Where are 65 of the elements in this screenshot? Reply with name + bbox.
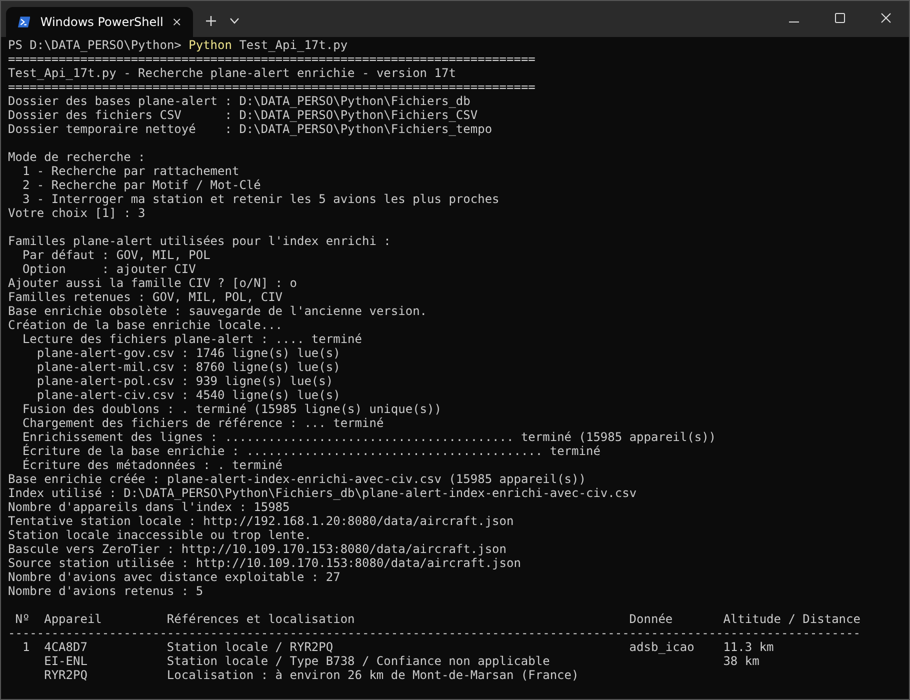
powershell-icon [18,15,30,29]
output-line: Écriture des métadonnées : . terminé [21,458,284,472]
row-number: 1 [22,640,31,654]
output-line: 2 - Recherche par Motif / Mot-Clé [21,178,262,192]
table-cell-text: RYR2PQ [44,668,88,682]
output-line: ========================================================================= [8,80,536,94]
close-icon[interactable] [173,17,181,27]
output-line: Écriture de la base enrichie : ......................................... terminé [21,444,602,458]
plus-icon[interactable] [206,16,216,26]
table-separator: ---------------------------------------------------------------------------------------------------------------------- [8,626,862,640]
output-line: Fusion des doublons : . terminé (15985 ligne(s) unique(s)) [21,402,442,416]
table-cell-text: 38 km [723,654,760,668]
prompt: PS D:\DATA_PERSO\Python> [8,38,182,52]
output-line: Nombre d'appareils dans l'index : 15985 [8,500,291,514]
output-line: Dossier des fichiers CSV : D:\DATA_PERSO\Python\Fichiers_CSV [8,108,479,122]
terminal-tab[interactable]: Windows PowerShell [6,7,193,37]
output-line: Familles retenues : GOV, MIL, POL, CIV [8,290,284,304]
output-line: 3 - Interroger ma station et retenir les 5 avions les plus proches [21,192,500,206]
column-header: Donnée [629,612,674,626]
output-line: plane-alert-mil.csv : 8760 ligne(s) lue(s) [36,360,342,374]
table-cell-text: Station locale / RYR2PQ [166,640,334,654]
chevron-down-icon[interactable] [230,18,239,24]
output-line: Test_Api_17t.py - Recherche plane-alert enrichie - version 17t [8,66,457,80]
output-line: Option : ajouter CIV [21,262,197,276]
output-line: Base enrichie créée : plane-alert-index-enrichi-avec-civ.csv (15985 appareil(s)) [8,472,587,486]
tab-title: Windows PowerShell [40,15,164,29]
output-line: Chargement des fichiers de référence : ... terminé [21,416,385,430]
output-line: Tentative station locale : http://192.168.1.20:8080/data/aircraft.json [8,514,515,528]
column-header: Appareil [44,612,103,626]
command-argument: Test_Api_17t.py [239,38,348,52]
output-line: plane-alert-gov.csv : 1746 ligne(s) lue(s) [36,346,342,360]
output-line: Lecture des fichiers plane-alert : .... terminé [21,332,364,346]
table-cell-text: Localisation : à environ 26 km de Mont-de-Marsan (France) [166,668,580,682]
output-line: Dossier temporaire nettoyé : D:\DATA_PERSO\Python\Fichiers_tempo [8,122,494,136]
output-line: plane-alert-pol.csv : 939 ligne(s) lue(s) [36,374,334,388]
close-icon[interactable] [881,13,891,23]
output-line: Index utilisé : D:\DATA_PERSO\Python\Fichiers_db\plane-alert-index-enrichi-avec-civ.csv [8,486,638,500]
output-line: Par défaut : GOV, MIL, POL [21,248,212,262]
maximize-icon[interactable] [835,13,845,23]
table-cell: 11.3 km [723,640,774,654]
output-line: 1 - Recherche par rattachement [21,164,240,178]
output-line: Bascule vers ZeroTier : http://10.109.170.153:8080/data/aircraft.json [8,542,508,556]
output-line: ========================================================================= [8,52,536,66]
table-cell-text: 4CA8D7 [44,640,88,654]
output-line: Station locale inaccessible ou trop lente. [8,528,312,542]
output-line: plane-alert-civ.csv : 4540 ligne(s) lue(s) [36,388,342,402]
output-line: Base enrichie obsolète : sauvegarde de l'ancienne version. [8,304,428,318]
output-line: Nombre d'avions avec distance exploitable : 27 [8,570,342,584]
command: Python [188,38,232,52]
output-line: Votre choix [1] : 3 [8,206,146,220]
output-line: Nombre d'avions retenus : 5 [8,584,204,598]
output-line: Familles plane-alert utilisées pour l'index enrichi : [8,234,392,248]
column-header: Références et localisation [166,612,356,626]
output-line: Ajouter aussi la famille CIV ? [o/N] : o [8,276,298,290]
output-line: Enrichissement des lignes : ........................................ terminé (15985 appareil(s)) [21,430,718,444]
table-cell-text: Station locale / Type B738 / Confiance non applicable [166,654,551,668]
table-cell-text: adsb_icao [629,640,696,654]
output-line: Mode de recherche : [8,150,146,164]
output-line: Création de la base enrichie locale... [8,318,284,332]
table-cell-text: EI-ENL [44,654,88,668]
output-line: Dossier des bases plane-alert : D:\DATA_PERSO\Python\Fichiers_db [8,94,472,108]
column-header: Nº [14,612,31,626]
output-line: Source station utilisée : http://10.109.170.153:8080/data/aircraft.json [8,556,522,570]
minimize-icon[interactable] [789,21,799,23]
column-header: Altitude / Distance [723,612,860,626]
